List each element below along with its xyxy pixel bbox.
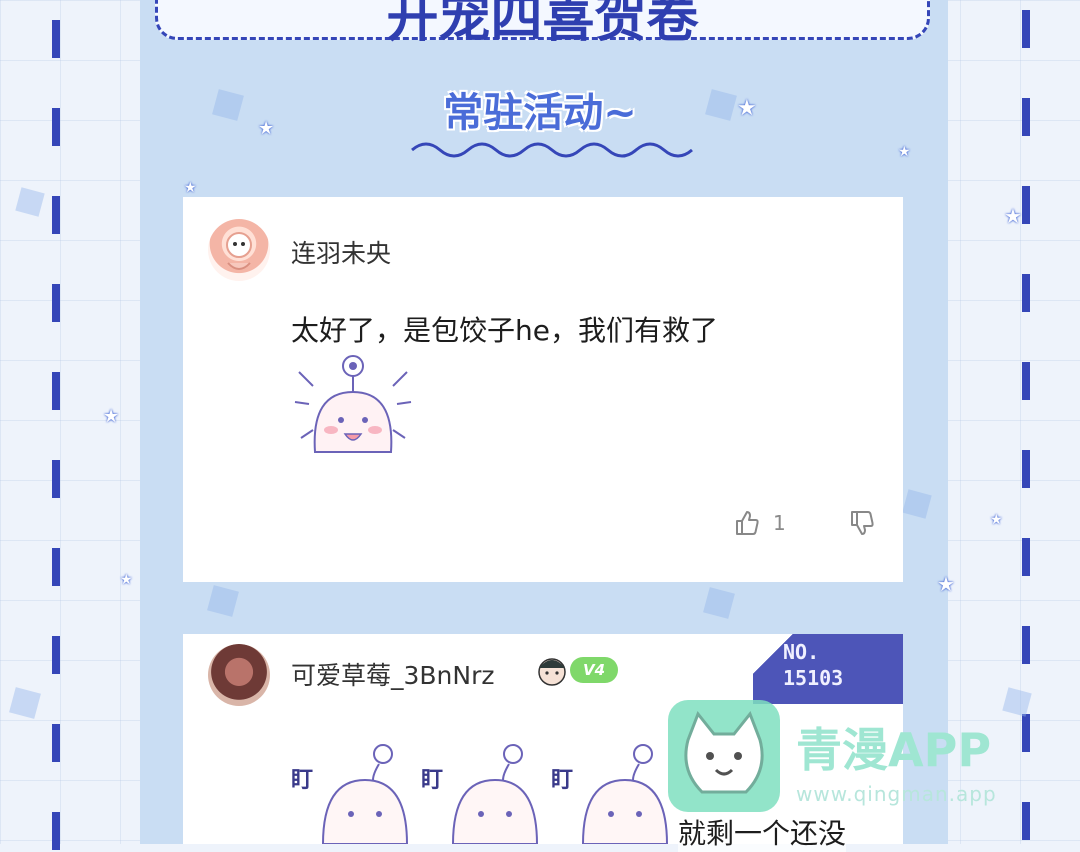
thumbs-down-icon: [851, 511, 874, 535]
watermark-title: 青漫APP: [796, 723, 992, 777]
wave-divider: [411, 142, 693, 158]
star-icon: ★: [737, 96, 757, 121]
like-button[interactable]: 1: [733, 509, 786, 537]
sticker-label: 盯: [551, 768, 574, 793]
star-icon: ★: [898, 144, 911, 160]
star-icon: ★: [184, 180, 197, 196]
star-icon: ★: [103, 406, 120, 427]
like-count: 1: [773, 511, 786, 535]
comment-text-partial: 就剩一个还没: [678, 812, 847, 852]
user-avatar[interactable]: [208, 219, 270, 281]
star-icon: ★: [258, 118, 275, 139]
corner-deco-text: 15103: [783, 666, 844, 690]
card-corner-decoration: NO. 15103: [753, 634, 903, 704]
mochi-staring-stickers: [321, 744, 669, 844]
user-avatar[interactable]: [208, 644, 270, 706]
comment-username[interactable]: 连羽未央: [291, 234, 391, 270]
dislike-button[interactable]: [848, 509, 876, 537]
sticker-label: 盯: [291, 768, 314, 793]
header-title: 开宠四喜贺卷: [386, 0, 699, 49]
section-title: 常驻活动~: [443, 90, 637, 136]
star-icon: ★: [120, 572, 133, 588]
header-title-box: 开宠四喜贺卷: [155, 0, 930, 45]
corner-deco-text: NO.: [783, 640, 820, 664]
sticker-label: 盯: [421, 768, 444, 793]
app-logo-icon: [668, 700, 780, 812]
star-icon: ★: [937, 572, 955, 596]
comment-username[interactable]: 可爱草莓_3BnNrz: [291, 656, 495, 692]
star-icon: ★: [1004, 204, 1022, 228]
mochi-excited-sticker: [294, 355, 412, 453]
thumbs-up-icon: [736, 511, 759, 535]
level-badge: V4: [570, 657, 618, 683]
watermark-url: www.qingman.app: [796, 782, 997, 806]
star-icon: ★: [990, 512, 1003, 528]
app-watermark: 青漫APP www.qingman.app: [668, 700, 1028, 820]
left-dashed-border: [52, 0, 60, 850]
level-avatar-icon: [538, 658, 566, 686]
comment-card: 连羽未央 太好了，是包饺子he，我们有救了 1: [183, 197, 903, 582]
